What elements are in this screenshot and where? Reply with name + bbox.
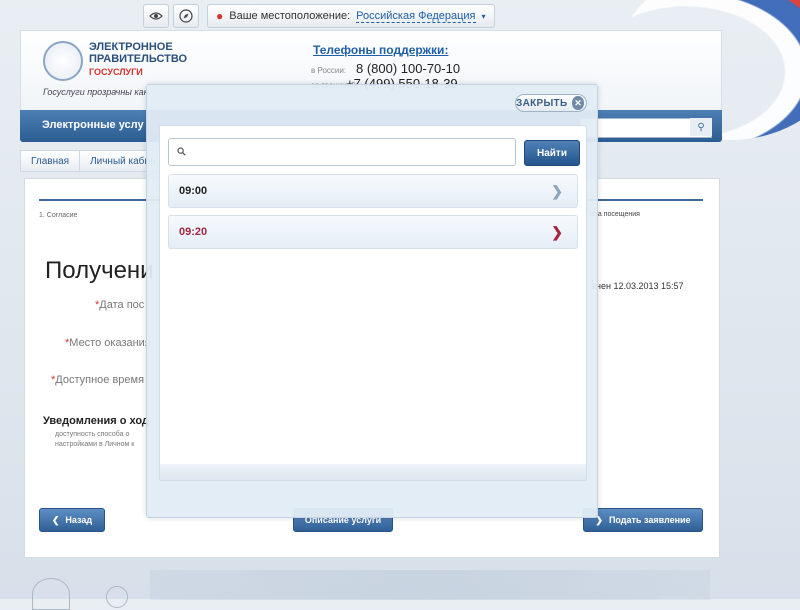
chevron-left-icon: ❮ (51, 514, 60, 525)
phone-russia: 8 (800) 100-70-10 (356, 61, 461, 76)
city-skyline-decoration (150, 570, 710, 600)
time-slot-label: 09:00 (179, 185, 208, 197)
time-slot-item[interactable]: 09:00 ❯ (168, 174, 578, 208)
step-1-label: 1. Согласие (39, 212, 78, 219)
logo-text[interactable]: ЭЛЕКТРОННОЕ ПРАВИТЕЛЬСТВО (89, 41, 187, 65)
time-slot-label: 09:20 (179, 226, 208, 238)
step-visit-date-label: ата посещения (591, 211, 640, 218)
page-title: Получени (45, 257, 154, 284)
search-icon[interactable]: ⚲ (690, 118, 712, 136)
time-slot-item-selected[interactable]: 09:20 ❯ (168, 215, 578, 249)
field-time-label: *Доступное время (51, 374, 144, 386)
emblem-small-decoration (106, 586, 128, 608)
notifications-text-1: доступность способа о (55, 431, 130, 438)
location-selector[interactable]: ● Ваше местоположение: Российская Федера… (207, 4, 495, 28)
phone-label-russia: в России: (311, 66, 347, 75)
notifications-text-2: настройками в Личном к (55, 441, 135, 448)
location-value[interactable]: Российская Федерация (356, 10, 476, 23)
chevron-right-icon: ❯ (551, 182, 563, 199)
slot-search-input[interactable] (192, 145, 515, 159)
chevron-right-icon: ❯ (551, 223, 563, 240)
breadcrumb-home[interactable]: Главная (20, 150, 81, 172)
close-button-label: ЗАКРЫТЬ (516, 97, 568, 109)
chevron-down-icon: ▾ (481, 11, 486, 21)
location-label: Ваше местоположение: (229, 10, 351, 22)
field-place-text: Место оказания (69, 337, 151, 349)
modal-content: Найти 09:00 ❯ 09:20 ❯ (159, 125, 587, 481)
field-date-label: *Дата пос (95, 299, 144, 311)
field-date-text: Дата пос (99, 299, 145, 311)
submit-application-button[interactable]: ❯ Подать заявление (583, 508, 703, 532)
eye-icon[interactable] (143, 4, 169, 28)
compass-icon[interactable] (173, 4, 199, 28)
logo-line-1: ЭЛЕКТРОННОЕ (89, 41, 173, 53)
slogan: Госуслуги прозрачны как (43, 87, 148, 97)
search-icon (177, 146, 186, 158)
modal-footer-bar (160, 464, 586, 480)
time-slot-modal: ЗАКРЫТЬ ✕ Найти 09:00 ❯ 09:20 ❯ (146, 84, 598, 518)
updated-timestamp: анен 12.03.2013 15:57 (591, 281, 684, 291)
notifications-title: Уведомления о ход (43, 415, 149, 427)
support-phones-title[interactable]: Телефоны поддержки: (313, 43, 448, 57)
back-button-label: Назад (65, 515, 93, 525)
field-time-text: Доступное время (55, 374, 145, 386)
back-button[interactable]: ❮ Назад (39, 508, 105, 532)
slot-search-field[interactable] (168, 138, 516, 166)
gosuslugi-logo-icon[interactable] (43, 41, 83, 81)
submit-application-label: Подать заявление (608, 515, 691, 525)
nav-electronic-services[interactable]: Электронные услу (42, 119, 144, 131)
field-place-label: *Место оказания (65, 337, 151, 349)
close-icon: ✕ (572, 96, 584, 110)
location-pin-icon: ● (216, 9, 224, 23)
emblem-decoration (32, 578, 70, 610)
logo-line-2: ПРАВИТЕЛЬСТВО (89, 53, 188, 65)
find-button[interactable]: Найти (524, 140, 580, 166)
close-button[interactable]: ЗАКРЫТЬ ✕ (515, 94, 587, 112)
top-toolbar: ● Ваше местоположение: Российская Федера… (143, 4, 495, 28)
breadcrumb: Главная Личный кабин (20, 150, 167, 172)
logo-line-3: ГОСУСЛУГИ (89, 67, 143, 77)
